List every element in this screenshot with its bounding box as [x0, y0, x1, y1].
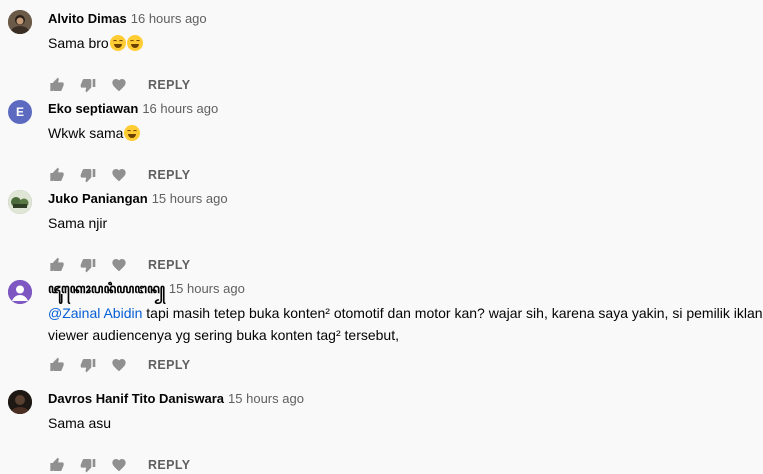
comment-time[interactable]: 15 hours ago [228, 391, 304, 406]
thumb-down-icon[interactable] [79, 166, 97, 184]
comment-time[interactable]: 16 hours ago [142, 101, 218, 116]
heart-icon[interactable] [110, 356, 128, 374]
comment-actions: REPLY [48, 256, 191, 274]
comment-author[interactable]: Davros Hanif Tito Daniswara [48, 391, 224, 406]
comment-actions: REPLY [48, 356, 191, 374]
comment-time[interactable]: 15 hours ago [169, 281, 245, 296]
thumb-up-icon[interactable] [48, 356, 66, 374]
reply-button[interactable]: REPLY [148, 168, 191, 182]
thumb-up-icon[interactable] [48, 166, 66, 184]
comment-author[interactable]: Juko Paniangan [48, 191, 148, 206]
thumb-down-icon[interactable] [79, 456, 97, 474]
reply-button[interactable]: REPLY [148, 458, 191, 472]
comment-time[interactable]: 16 hours ago [131, 11, 207, 26]
heart-icon[interactable] [110, 256, 128, 274]
heart-icon[interactable] [110, 76, 128, 94]
comment-author[interactable]: Alvito Dimas [48, 11, 127, 26]
thumb-down-icon[interactable] [79, 256, 97, 274]
laughing-emoji-icon [109, 35, 126, 51]
comment-text: Sama bro [48, 32, 763, 54]
reply-button[interactable]: REPLY [148, 78, 191, 92]
avatar[interactable] [8, 10, 32, 34]
comment-text: Wkwk sama [48, 122, 763, 144]
comment-actions: REPLY [48, 166, 191, 184]
heart-icon[interactable] [110, 166, 128, 184]
comment-time[interactable]: 15 hours ago [152, 191, 228, 206]
thumb-up-icon[interactable] [48, 76, 66, 94]
avatar[interactable] [8, 280, 32, 304]
mention-link[interactable]: @Zainal Abidin [48, 305, 142, 321]
heart-icon[interactable] [110, 456, 128, 474]
thumb-up-icon[interactable] [48, 456, 66, 474]
comment-author[interactable]: ꦗꦸꦏꦺꦴꦥꦤꦶꦪꦔꦤ꧀ [48, 281, 165, 296]
thumb-down-icon[interactable] [79, 356, 97, 374]
comment-text: Sama asu [48, 415, 112, 431]
comment-actions: REPLY [48, 456, 191, 474]
reply-button[interactable]: REPLY [148, 258, 191, 272]
avatar[interactable] [8, 190, 32, 214]
comment-text: Sama njir [48, 215, 108, 231]
thumb-down-icon[interactable] [79, 76, 97, 94]
comment-actions: REPLY [48, 76, 191, 94]
comment-text: @Zainal Abidin tapi masih tetep buka kon… [48, 305, 763, 343]
laughing-emoji-icon [126, 35, 143, 51]
reply-button[interactable]: REPLY [148, 358, 191, 372]
thumb-up-icon[interactable] [48, 256, 66, 274]
laughing-emoji-icon [124, 125, 141, 141]
comment-author[interactable]: Eko septiawan [48, 101, 138, 116]
avatar[interactable]: E [8, 100, 32, 124]
avatar[interactable] [8, 390, 32, 414]
